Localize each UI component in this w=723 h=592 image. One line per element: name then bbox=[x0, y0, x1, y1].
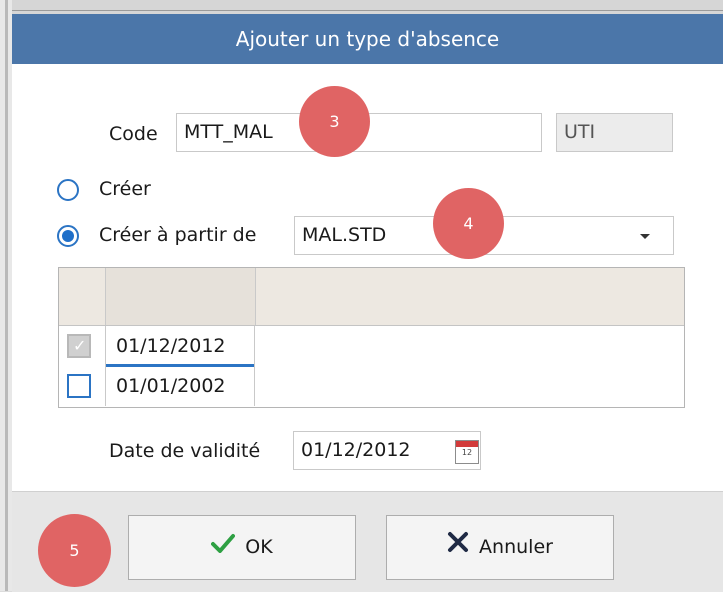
checkmark-icon bbox=[211, 516, 236, 579]
radio-create-from[interactable] bbox=[57, 225, 79, 247]
background-divider bbox=[0, 10, 723, 11]
code-suffix-field: UTI bbox=[556, 113, 673, 152]
background-edge bbox=[5, 0, 8, 591]
checkmark-icon: ✓ bbox=[73, 336, 87, 355]
radio-create-label[interactable]: Créer bbox=[99, 178, 151, 200]
version-grid: ✓ 01/12/2012 01/01/2002 bbox=[58, 267, 685, 408]
table-row[interactable]: ✓ 01/12/2012 bbox=[59, 326, 684, 367]
checkbox-cell: ✓ bbox=[59, 326, 106, 366]
row-date[interactable]: 01/01/2002 bbox=[106, 366, 255, 406]
source-select-value: MAL.STD bbox=[302, 224, 387, 246]
validity-date-input[interactable]: 01/12/2012 bbox=[293, 431, 481, 470]
code-label: Code bbox=[109, 123, 158, 145]
calendar-icon[interactable]: 12 bbox=[455, 440, 479, 464]
validity-label: Date de validité bbox=[109, 440, 261, 462]
grid-header-date-column[interactable] bbox=[106, 268, 256, 325]
annotation-badge-4: 4 bbox=[433, 188, 504, 259]
background-window-left bbox=[0, 0, 12, 591]
dialog-title: Ajouter un type d'absence bbox=[12, 14, 723, 64]
radio-selected-dot bbox=[62, 230, 74, 242]
table-row[interactable]: 01/01/2002 bbox=[59, 366, 684, 406]
row-checkbox[interactable] bbox=[67, 374, 91, 398]
background-window-top bbox=[0, 0, 723, 14]
grid-header bbox=[59, 268, 684, 326]
add-absence-type-dialog: Ajouter un type d'absence Code MTT_MAL U… bbox=[12, 14, 723, 592]
checkbox-cell bbox=[59, 366, 106, 406]
annotation-badge-5: 5 bbox=[38, 514, 111, 587]
dialog-footer: OK Annuler bbox=[12, 491, 723, 592]
cancel-button-label: Annuler bbox=[479, 536, 553, 558]
annotation-badge-3: 3 bbox=[299, 86, 370, 157]
radio-create-from-label[interactable]: Créer à partir de bbox=[99, 224, 256, 246]
x-icon bbox=[447, 516, 469, 579]
calendar-icon-header bbox=[456, 441, 478, 447]
ok-button[interactable]: OK bbox=[128, 515, 356, 580]
radio-create[interactable] bbox=[57, 179, 79, 201]
row-checkbox[interactable]: ✓ bbox=[67, 334, 91, 358]
row-date[interactable]: 01/12/2012 bbox=[106, 326, 255, 366]
grid-header-select-column bbox=[59, 268, 106, 325]
calendar-icon-day: 12 bbox=[461, 448, 473, 457]
ok-button-label: OK bbox=[245, 536, 273, 558]
cancel-button[interactable]: Annuler bbox=[386, 515, 614, 580]
chevron-down-icon bbox=[640, 234, 650, 239]
